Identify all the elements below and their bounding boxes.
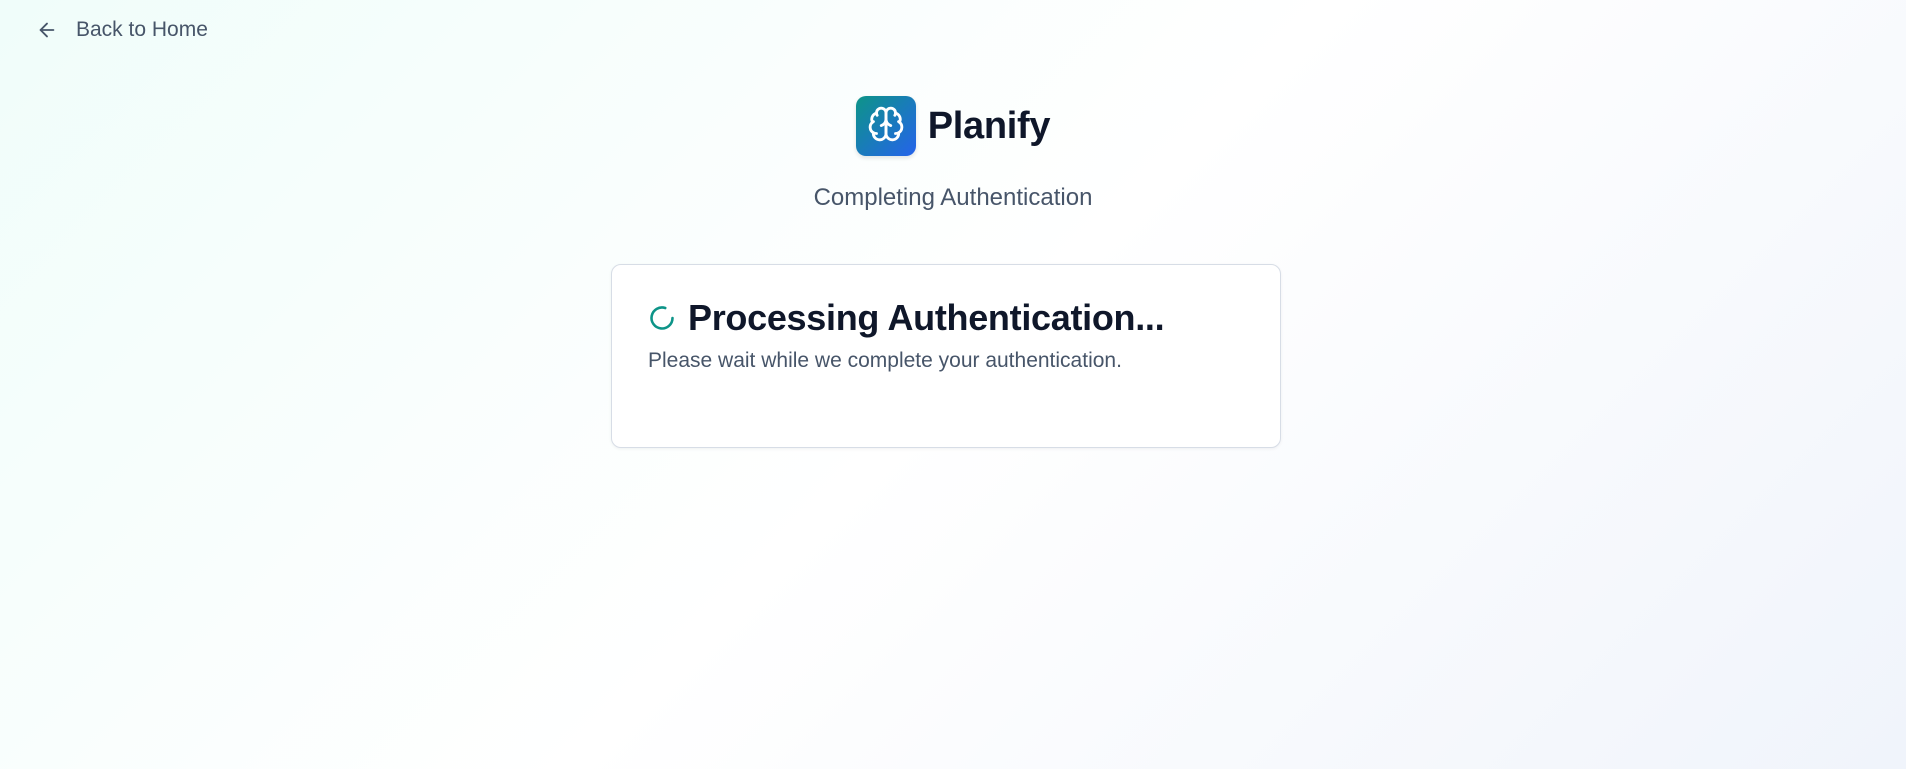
auth-status-card: Processing Authentication... Please wait… (611, 264, 1281, 448)
brand-name: Planify (927, 104, 1051, 147)
page-subtitle: Completing Authentication (813, 184, 1093, 211)
loading-spinner-icon (648, 304, 676, 332)
brain-icon (867, 105, 905, 148)
card-title-row: Processing Authentication... (648, 297, 1244, 339)
back-to-home-label: Back to Home (76, 18, 208, 41)
card-title: Processing Authentication... (688, 297, 1165, 338)
logo (855, 96, 916, 156)
back-to-home-link[interactable]: Back to Home (36, 18, 208, 42)
card-description: Please wait while we complete your authe… (648, 349, 1122, 372)
arrow-left-icon (36, 19, 58, 41)
brand-header: Planify (0, 96, 1906, 156)
